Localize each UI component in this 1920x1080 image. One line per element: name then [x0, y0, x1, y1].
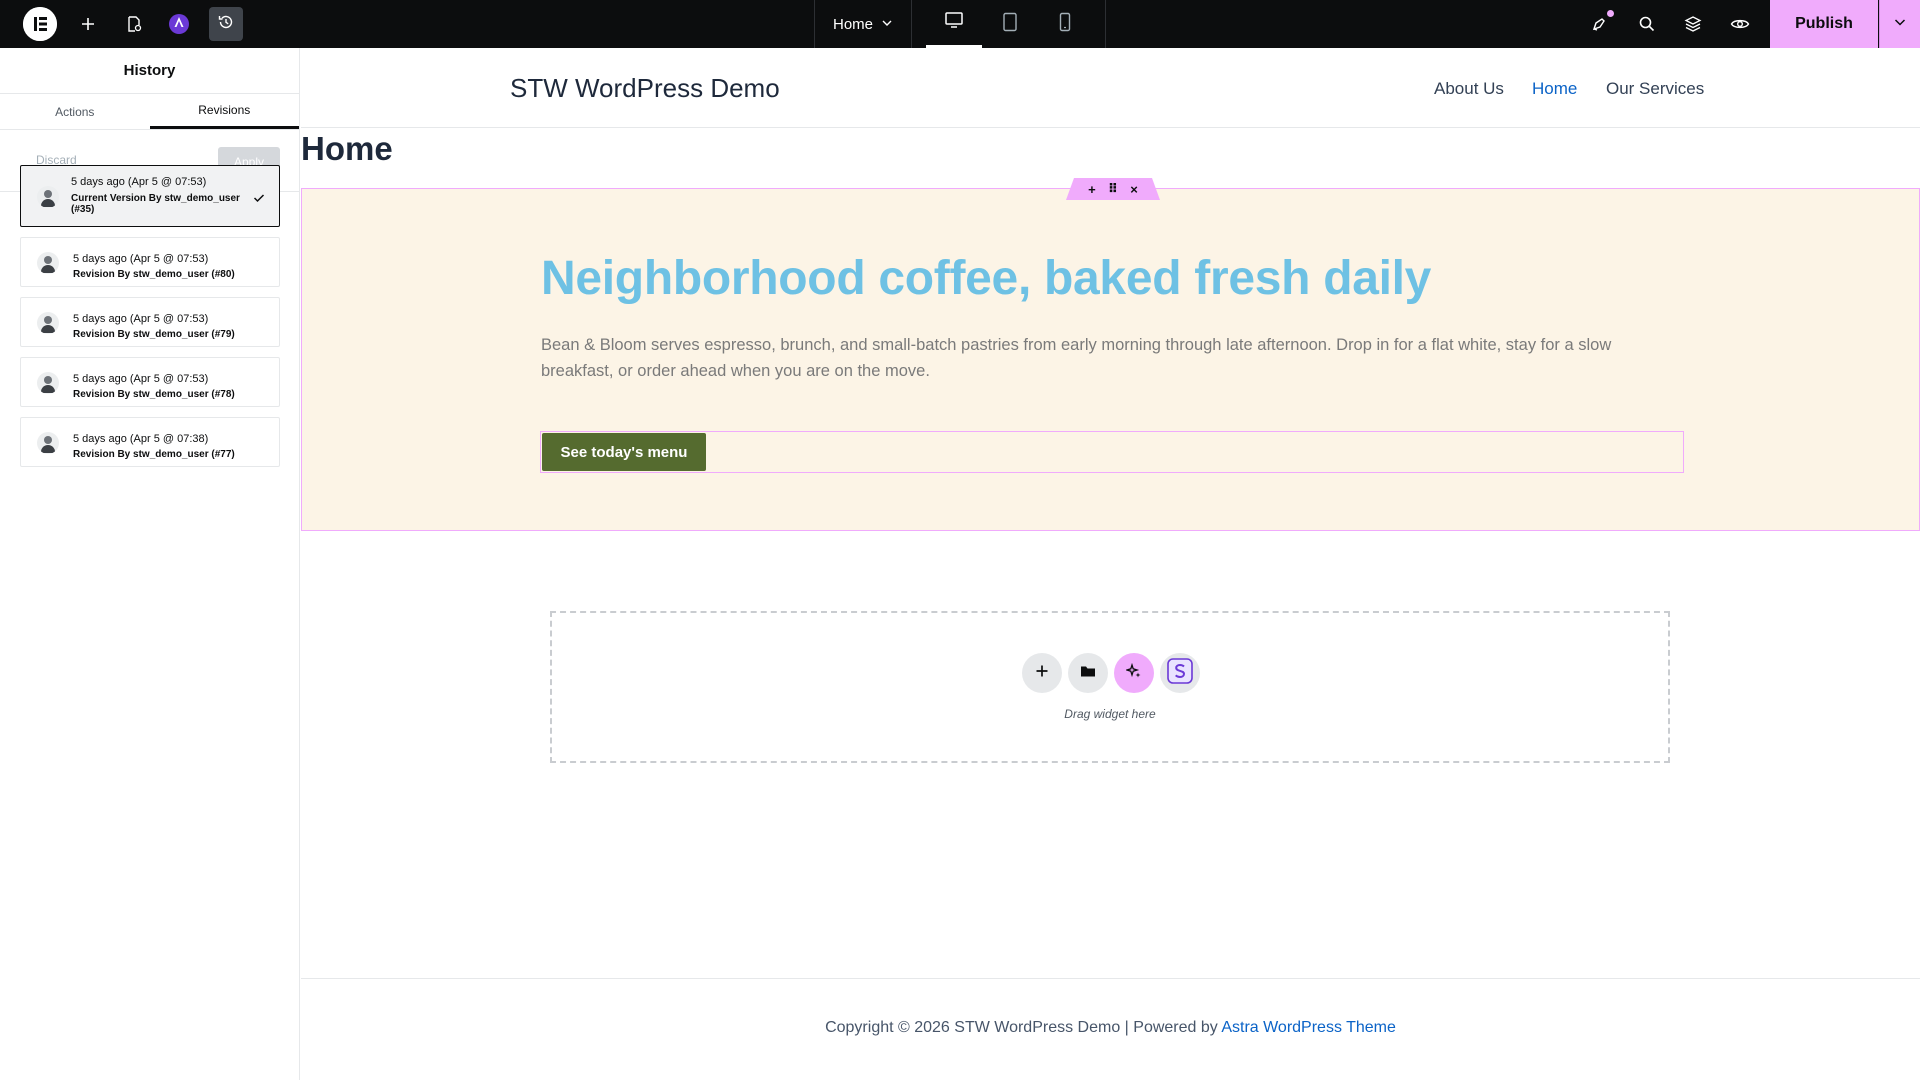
- elementor-logo-icon[interactable]: [23, 7, 57, 41]
- revision-author: Revision By stw_demo_user (#79): [73, 329, 235, 340]
- notifications-icon: [1591, 15, 1609, 33]
- tab-actions[interactable]: Actions: [0, 94, 150, 129]
- delete-section-icon[interactable]: ×: [1130, 182, 1138, 197]
- ai-angie-icon: [173, 15, 185, 33]
- button-widget[interactable]: See today's menu: [540, 431, 1684, 473]
- revision-author: Revision By stw_demo_user (#78): [73, 389, 235, 400]
- revision-author: Revision By stw_demo_user (#77): [73, 449, 235, 460]
- sparkle-icon: [1124, 662, 1142, 684]
- layers-icon: [1684, 15, 1702, 33]
- notifications-button[interactable]: [1584, 0, 1616, 48]
- panel-title: History: [0, 48, 299, 94]
- avatar: [37, 186, 59, 208]
- revision-item[interactable]: 5 days ago (Apr 5 @ 07:53) Revision By s…: [20, 357, 280, 407]
- preview-canvas: STW WordPress Demo About Us Home Our Ser…: [301, 48, 1920, 1080]
- structure-button[interactable]: [1677, 0, 1709, 48]
- avatar: [37, 372, 59, 394]
- drag-handle-icon[interactable]: ⠿: [1108, 181, 1118, 197]
- footer-copyright: Copyright © 2026 STW WordPress Demo | Po…: [301, 1019, 1920, 1037]
- mobile-icon: [1059, 12, 1071, 37]
- drop-zone-label: Drag widget here: [1064, 707, 1156, 721]
- hero-text[interactable]: Bean & Bloom serves espresso, brunch, an…: [541, 332, 1681, 384]
- ai-angie-button[interactable]: [169, 14, 189, 34]
- tablet-view-button[interactable]: [982, 0, 1038, 48]
- avatar: [37, 432, 59, 454]
- page-selector[interactable]: Home: [814, 0, 912, 48]
- nav-item-about-us[interactable]: About Us: [1434, 79, 1504, 99]
- desktop-view-button[interactable]: [926, 0, 982, 48]
- footer-theme-link[interactable]: Astra WordPress Theme: [1221, 1019, 1396, 1036]
- add-element-button[interactable]: [74, 0, 102, 48]
- publish-button[interactable]: Publish: [1770, 0, 1878, 48]
- desktop-icon: [944, 11, 964, 34]
- page-settings-icon: [125, 15, 143, 33]
- revision-author: Revision By stw_demo_user (#80): [73, 269, 235, 280]
- folder-icon: [1080, 664, 1096, 683]
- revision-date: 5 days ago (Apr 5 @ 07:38): [73, 433, 209, 445]
- revision-list: 5 days ago (Apr 5 @ 07:53) Current Versi…: [20, 165, 280, 477]
- device-switcher: [912, 0, 1106, 48]
- revision-item[interactable]: 5 days ago (Apr 5 @ 07:38) Revision By s…: [20, 417, 280, 467]
- avatar: [37, 252, 59, 274]
- add-template-button[interactable]: [1068, 653, 1108, 693]
- footer-copyright-text: Copyright © 2026 STW WordPress Demo | Po…: [825, 1019, 1222, 1036]
- revision-author: Current Version By stw_demo_user (#35): [71, 193, 240, 215]
- history-button[interactable]: [209, 7, 243, 41]
- page-settings-button[interactable]: [120, 0, 148, 48]
- history-icon: [217, 13, 235, 36]
- revision-item-current[interactable]: 5 days ago (Apr 5 @ 07:53) Current Versi…: [20, 165, 280, 227]
- add-section-icon[interactable]: +: [1088, 182, 1096, 197]
- preview-button[interactable]: [1724, 0, 1756, 48]
- plus-icon: [1035, 664, 1049, 683]
- hero-section[interactable]: + ⠿ × Neighborhood coffee, baked fresh d…: [301, 178, 1920, 531]
- drop-zone-actions: [1022, 653, 1200, 693]
- site-title[interactable]: STW WordPress Demo: [510, 73, 780, 104]
- page-title: Home: [301, 130, 393, 167]
- site-header: STW WordPress Demo About Us Home Our Ser…: [301, 48, 1920, 128]
- revision-date: 5 days ago (Apr 5 @ 07:53): [73, 313, 209, 325]
- starter-templates-button[interactable]: [1160, 653, 1200, 693]
- editor-top-bar: Home Publish: [0, 0, 1920, 48]
- widget-drop-zone[interactable]: Drag widget here: [550, 611, 1670, 763]
- search-icon: [1638, 15, 1656, 33]
- s-logo-icon: [1167, 657, 1193, 689]
- section-handle: + ⠿ ×: [1066, 178, 1160, 200]
- chevron-down-icon: [1893, 15, 1907, 34]
- page-name: Home: [832, 15, 873, 33]
- publish-options-button[interactable]: [1879, 0, 1920, 48]
- hero-heading[interactable]: Neighborhood coffee, baked fresh daily: [541, 251, 1431, 306]
- search-button[interactable]: [1631, 0, 1663, 48]
- revision-date: 5 days ago (Apr 5 @ 07:53): [73, 373, 209, 385]
- see-menu-button[interactable]: See today's menu: [542, 433, 706, 471]
- tablet-icon: [1002, 12, 1018, 37]
- avatar: [37, 312, 59, 334]
- ai-generate-button[interactable]: [1114, 653, 1154, 693]
- nav-item-home[interactable]: Home: [1532, 79, 1577, 99]
- notification-dot: [1607, 10, 1614, 17]
- revision-item[interactable]: 5 days ago (Apr 5 @ 07:53) Revision By s…: [20, 237, 280, 287]
- checkmark-icon: [253, 190, 265, 208]
- eye-icon: [1730, 17, 1750, 31]
- plus-icon: [80, 16, 96, 32]
- tab-revisions[interactable]: Revisions: [149, 94, 299, 129]
- revision-item[interactable]: 5 days ago (Apr 5 @ 07:53) Revision By s…: [20, 297, 280, 347]
- nav-item-our-services[interactable]: Our Services: [1606, 79, 1704, 99]
- revision-date: 5 days ago (Apr 5 @ 07:53): [71, 176, 207, 188]
- mobile-view-button[interactable]: [1037, 0, 1093, 48]
- chevron-down-icon: [881, 16, 893, 33]
- site-footer: Copyright © 2026 STW WordPress Demo | Po…: [301, 978, 1920, 1080]
- add-widget-button[interactable]: [1022, 653, 1062, 693]
- history-tabs: Actions Revisions: [0, 94, 299, 130]
- revision-date: 5 days ago (Apr 5 @ 07:53): [73, 253, 209, 265]
